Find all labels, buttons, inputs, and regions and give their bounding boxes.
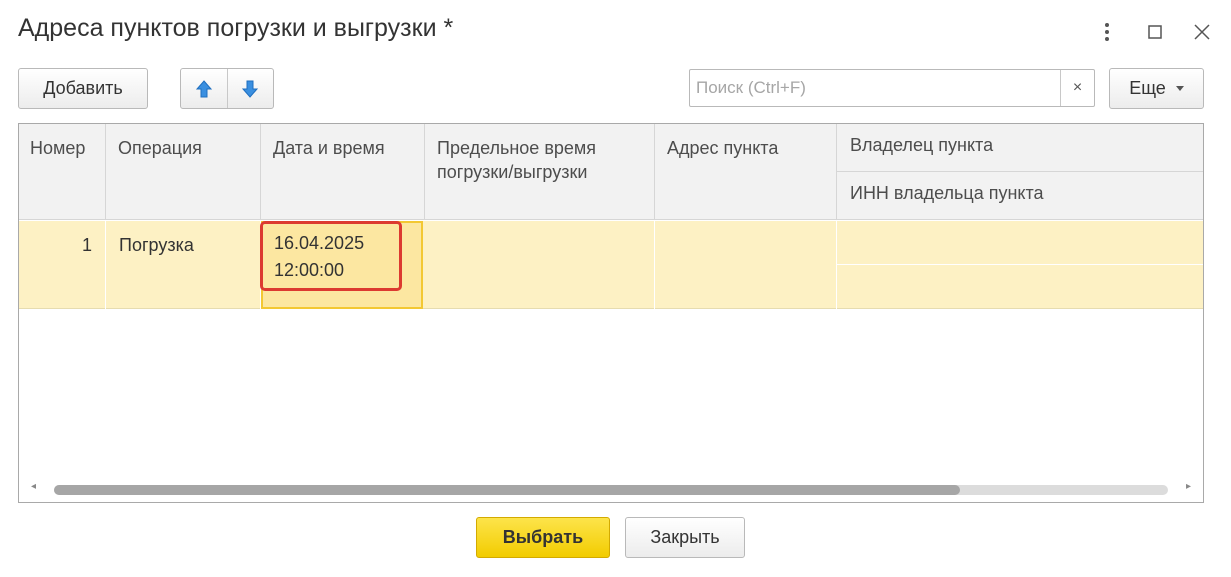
column-header-datetime[interactable]: Дата и время [261, 124, 425, 220]
scroll-thumb[interactable] [54, 485, 960, 495]
cell-operation[interactable]: Погрузка [106, 221, 261, 309]
move-buttons-group [180, 68, 274, 109]
cell-deadline[interactable] [425, 221, 655, 309]
close-icon[interactable] [1188, 18, 1216, 46]
cell-number[interactable]: 1 [19, 221, 106, 309]
move-down-button[interactable] [226, 69, 274, 108]
cell-owner[interactable] [837, 221, 1203, 265]
close-button[interactable]: Закрыть [625, 517, 745, 558]
search-input[interactable] [690, 70, 1060, 106]
add-button[interactable]: Добавить [18, 68, 148, 109]
more-button-label: Еще [1129, 78, 1166, 98]
column-header-operation[interactable]: Операция [106, 124, 261, 220]
column-header-owner[interactable]: Владелец пункта [837, 124, 1203, 172]
column-header-number[interactable]: Номер [19, 124, 106, 220]
column-header-address[interactable]: Адрес пункта [655, 124, 837, 220]
table-row[interactable]: 1 Погрузка [19, 221, 1203, 309]
cell-owner-inn[interactable] [837, 265, 1203, 309]
scroll-right-icon[interactable]: ▸ [1186, 481, 1191, 492]
cell-address[interactable] [655, 221, 837, 309]
move-up-button[interactable] [181, 69, 227, 108]
column-header-deadline[interactable]: Предельное время погрузки/выгрузки [425, 124, 655, 220]
highlight-frame [260, 221, 402, 291]
points-table: Номер Операция Дата и время Предельное в… [18, 123, 1204, 503]
chevron-down-icon [1175, 85, 1184, 91]
select-button[interactable]: Выбрать [476, 517, 610, 558]
maximize-icon[interactable] [1141, 18, 1169, 46]
search-box: × [689, 69, 1095, 107]
arrow-down-icon [242, 80, 259, 98]
search-clear-button[interactable]: × [1060, 70, 1094, 106]
arrow-up-icon [195, 79, 212, 97]
more-actions-icon[interactable] [1093, 18, 1121, 46]
horizontal-scrollbar[interactable]: ◂ ▸ [19, 478, 1203, 502]
window-title: Адреса пунктов погрузки и выгрузки * [18, 14, 454, 42]
scroll-left-icon[interactable]: ◂ [31, 481, 36, 492]
column-header-owner-inn[interactable]: ИНН владельца пункта [837, 172, 1203, 220]
more-button[interactable]: Еще [1109, 68, 1204, 109]
